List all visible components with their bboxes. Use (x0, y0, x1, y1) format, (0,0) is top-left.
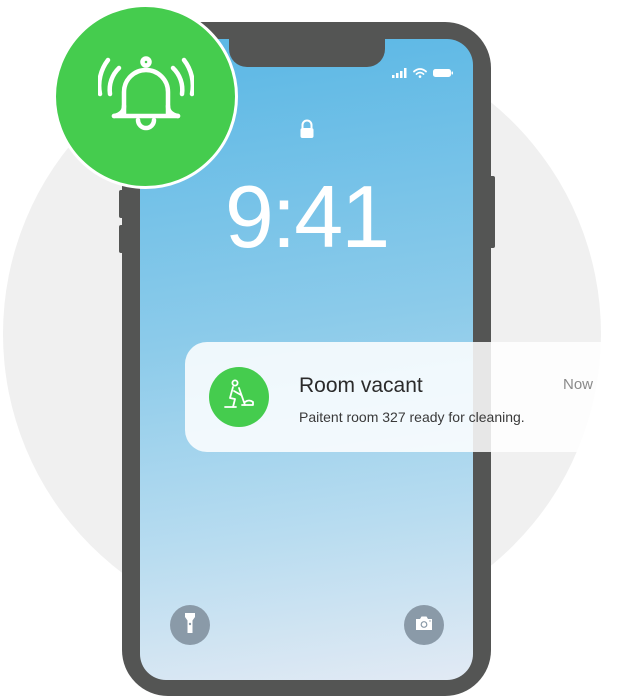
cleaning-person-icon (222, 378, 256, 417)
notification-card[interactable]: Room vacant Now Paitent room 327 ready f… (185, 342, 635, 452)
notification-body: Paitent room 327 ready for cleaning. (299, 409, 525, 425)
notification-title: Room vacant (299, 374, 423, 397)
lockscreen-clock: 9:41 (224, 167, 390, 266)
lock-icon (299, 119, 315, 144)
camera-button[interactable] (404, 605, 444, 645)
phone-notch (229, 39, 385, 67)
phone-side-button-left-2 (119, 225, 124, 253)
notification-time: Now (563, 376, 594, 393)
wifi-icon (413, 65, 427, 83)
status-bar (392, 65, 453, 83)
camera-icon (414, 615, 434, 636)
flashlight-button[interactable] (170, 605, 210, 645)
flashlight-icon (183, 612, 197, 639)
notification-app-icon (209, 367, 269, 427)
cellular-signal-icon (392, 65, 407, 83)
ringing-bell-icon (96, 54, 195, 139)
phone-side-button-right (489, 176, 495, 248)
battery-icon (433, 65, 453, 83)
phone-side-button-left-1 (119, 190, 124, 218)
alarm-badge (53, 4, 238, 189)
